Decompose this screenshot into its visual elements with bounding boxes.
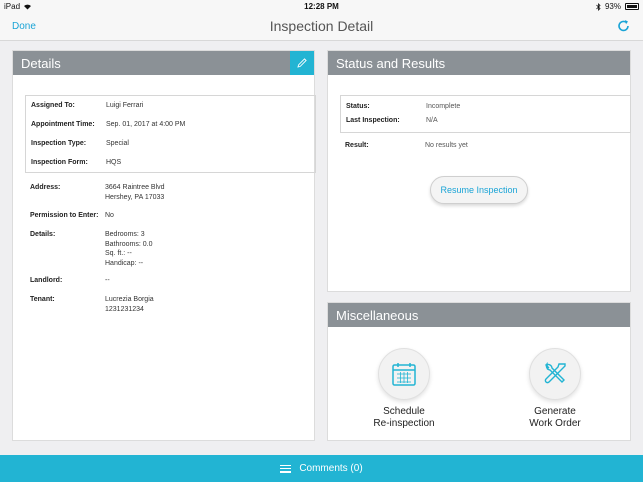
generate-work-order-button[interactable]: Generate Work Order — [500, 348, 610, 430]
comments-bar[interactable]: Comments (0) — [0, 455, 643, 482]
work-order-circle — [529, 348, 581, 400]
tenant-row: Tenant: Lucrezia Borgia 1231231234 — [30, 295, 154, 314]
row-value: HQS — [106, 159, 122, 166]
permission-row: Permission to Enter: No — [30, 211, 114, 221]
handicap: Handicap: -- — [105, 259, 144, 267]
tools-icon — [544, 361, 566, 384]
landlord-row: Landlord: -- — [30, 276, 110, 286]
calendar-icon — [392, 363, 416, 386]
work-order-label-line2: Work Order — [529, 418, 581, 429]
misc-header: Miscellaneous — [328, 303, 630, 327]
tenant-phone: 1231231234 — [105, 305, 144, 313]
row-label: Landlord: — [30, 277, 63, 284]
status-box: Status: Incomplete Last Inspection: N/A — [340, 95, 631, 133]
unit-details-row: Details: Bedrooms: 3 Bathrooms: 0.0 Sq. … — [30, 230, 152, 268]
status-value: Incomplete — [426, 103, 461, 110]
misc-title: Miscellaneous — [336, 308, 419, 323]
work-order-label-line1: Generate — [534, 406, 576, 417]
row-value: Bedrooms: 3 Bathrooms: 0.0 Sq. ft.: -- H… — [105, 230, 152, 268]
schedule-label-line2: Re-inspection — [373, 418, 435, 429]
miscellaneous-panel: Miscellaneous Schedule Re-inspection Gen… — [327, 302, 631, 441]
row-label: Address: — [30, 184, 61, 191]
appointment-time-row: Appointment Time: Sep. 01, 2017 at 4:00 … — [31, 120, 185, 130]
assignment-box: Assigned To: Luigi Ferrari Appointment T… — [25, 95, 316, 173]
inspection-type-row: Inspection Type: Special — [31, 139, 129, 149]
details-title: Details — [21, 56, 61, 71]
address-line2: Hershey, PA 17033 — [105, 193, 165, 201]
status-bar: iPad 12:28 PM 93% — [0, 0, 643, 13]
edit-button[interactable] — [290, 51, 314, 75]
address-row: Address: 3664 Raintree Blvd Hershey, PA … — [30, 183, 165, 202]
row-label: Details: — [30, 231, 56, 238]
battery-percent: 93% — [604, 2, 621, 11]
row-label: Inspection Type: — [31, 140, 87, 147]
row-label: Last Inspection: — [346, 117, 400, 124]
row-label: Result: — [345, 142, 369, 149]
row-label: Permission to Enter: — [30, 212, 99, 219]
resume-inspection-button[interactable]: Resume Inspection — [430, 176, 528, 204]
row-value: 3664 Raintree Blvd Hershey, PA 17033 — [105, 183, 165, 202]
result-row: Result: No results yet — [345, 142, 468, 149]
details-panel: Details Assigned To: Luigi Ferrari Appoi… — [12, 50, 316, 441]
row-value: Luigi Ferrari — [106, 102, 144, 109]
status-right: 93% — [596, 2, 639, 11]
last-inspection-row: Last Inspection: N/A — [346, 117, 438, 124]
schedule-reinspection-button[interactable]: Schedule Re-inspection — [349, 348, 459, 430]
row-value: Lucrezia Borgia 1231231234 — [105, 295, 154, 314]
nav-bar: Done Inspection Detail — [0, 13, 643, 41]
status-title: Status and Results — [336, 56, 446, 71]
bathrooms: Bathrooms: 0.0 — [105, 240, 153, 248]
row-value: N/A — [426, 117, 438, 124]
refresh-icon[interactable] — [617, 19, 631, 33]
bluetooth-icon — [596, 2, 601, 11]
row-value: Sep. 01, 2017 at 4:00 PM — [106, 121, 186, 128]
square-feet: Sq. ft.: -- — [105, 250, 132, 257]
page-title: Inspection Detail — [269, 18, 374, 34]
status-row: Status: Incomplete — [346, 103, 460, 110]
bedrooms: Bedrooms: 3 — [105, 231, 145, 238]
row-value: No — [105, 212, 114, 219]
status-time: 12:28 PM — [304, 2, 339, 11]
row-label: Inspection Form: — [31, 159, 88, 166]
schedule-label: Schedule Re-inspection — [349, 406, 459, 430]
row-value: Special — [106, 140, 129, 147]
schedule-label-line1: Schedule — [383, 406, 425, 417]
status-results-panel: Status and Results Status: Incomplete La… — [327, 50, 631, 292]
row-value: -- — [105, 277, 110, 284]
assigned-to-row: Assigned To: Luigi Ferrari — [31, 101, 143, 111]
schedule-circle — [378, 348, 430, 400]
address-line1: 3664 Raintree Blvd — [105, 184, 165, 191]
row-label: Appointment Time: — [31, 121, 95, 128]
row-label: Assigned To: — [31, 102, 75, 109]
pencil-icon — [297, 58, 307, 68]
menu-icon — [280, 464, 292, 473]
row-value: No results yet — [425, 142, 468, 149]
work-order-label: Generate Work Order — [500, 406, 610, 430]
row-label: Tenant: — [30, 296, 55, 303]
tenant-name: Lucrezia Borgia — [105, 296, 154, 303]
status-header: Status and Results — [328, 51, 630, 75]
comments-label: Comments (0) — [299, 463, 363, 474]
inspection-form-row: Inspection Form: HQS — [31, 158, 121, 168]
battery-icon — [625, 3, 639, 10]
details-header: Details — [13, 51, 314, 75]
row-label: Status: — [346, 103, 370, 110]
